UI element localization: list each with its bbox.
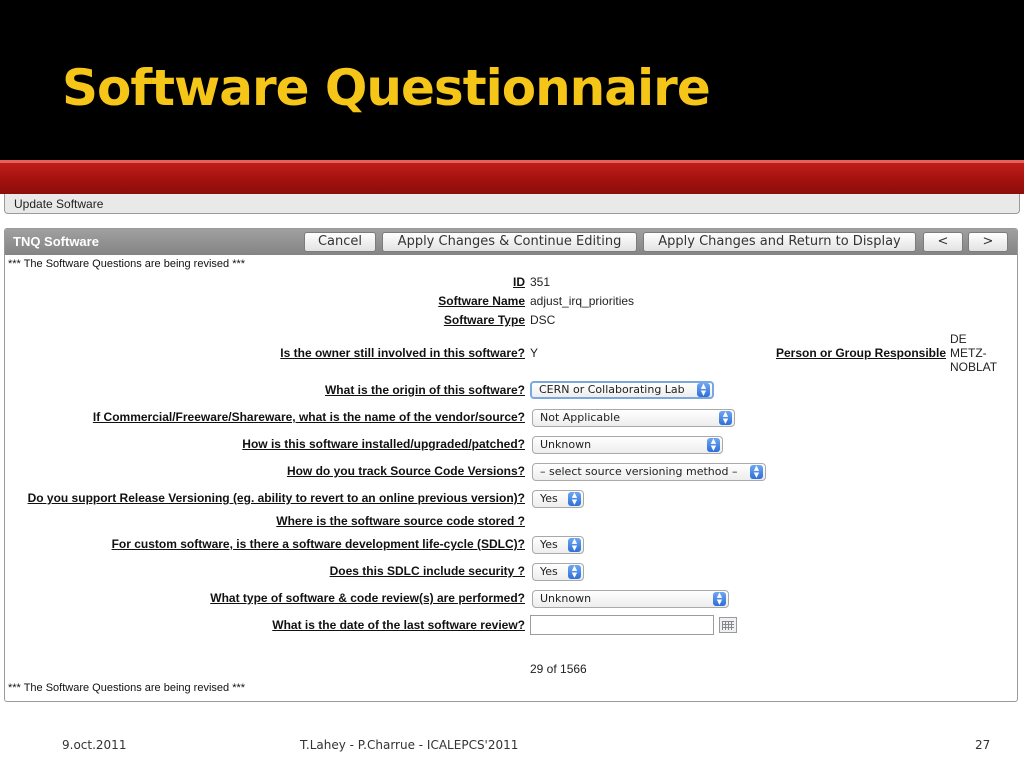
code-review-label: What type of software & code review(s) a… [210,591,525,605]
origin-select[interactable]: CERN or Collaborating Lab ▲ ▼ [530,381,714,399]
last-review-label: What is the date of the last software re… [272,618,525,632]
source-versions-label: How do you track Source Code Versions? [286,464,525,478]
sdlc-security-select[interactable]: Yes ▲ ▼ [532,563,584,581]
software-type-value: DSC [530,313,556,327]
slide-title: Software Questionnaire [62,59,711,117]
software-name-label: Software Name [438,294,525,308]
region-title: TNQ Software [13,234,99,249]
next-record-button[interactable]: > [968,232,1008,252]
installed-select[interactable]: Unknown ▲ ▼ [532,436,723,454]
slide-header: Software Questionnaire [0,0,1024,160]
source-versions-select[interactable]: – select source versioning method – ▲ ▼ [532,463,766,481]
id-value: 351 [530,275,551,289]
app-top-band [0,160,1024,194]
calendar-icon[interactable] [719,617,737,633]
vendor-label: If Commercial/Freeware/Shareware, what i… [92,410,525,424]
breadcrumb: Update Software [4,194,1020,214]
sdlc-select[interactable]: Yes ▲ ▼ [532,536,584,554]
record-counter: 29 of 1566 [530,662,587,676]
region-header: TNQ Software Cancel Apply Changes & Cont… [5,229,1017,255]
apply-return-button[interactable]: Apply Changes and Return to Display [643,232,916,252]
release-versioning-select[interactable]: Yes ▲ ▼ [532,490,584,508]
select-arrows-icon: ▲ ▼ [707,438,720,452]
sdlc-security-label: Does this SDLC include security ? [329,564,525,578]
person-responsible-label: Person or Group Responsible [775,346,946,360]
sdlc-label: For custom software, is there a software… [111,537,525,551]
last-review-date-input[interactable] [530,615,714,635]
software-type-label: Software Type [443,313,525,327]
previous-record-button[interactable]: < [923,232,963,252]
owner-involved-label: Is the owner still involved in this soft… [280,346,525,360]
origin-label: What is the origin of this software? [324,383,525,397]
select-arrows-icon: ▲ ▼ [697,383,710,397]
source-stored-label: Where is the software source code stored… [276,514,525,528]
id-label: ID [513,275,525,289]
select-arrows-icon: ▲ ▼ [750,465,763,479]
footer-date: 9.oct.2011 [62,738,127,752]
revision-notice-top: *** The Software Questions are being rev… [8,258,246,270]
release-versioning-label: Do you support Release Versioning (eg. a… [27,491,525,505]
cancel-button[interactable]: Cancel [304,232,376,252]
person-responsible-value: DE METZ- NOBLAT [950,332,998,374]
installed-label: How is this software installed/upgraded/… [242,437,525,451]
select-arrows-icon: ▲ ▼ [719,411,732,425]
vendor-select[interactable]: Not Applicable ▲ ▼ [532,409,735,427]
select-arrows-icon: ▲ ▼ [568,538,581,552]
revision-notice-bottom: *** The Software Questions are being rev… [8,682,246,694]
software-name-value: adjust_irq_priorities [530,294,635,308]
select-arrows-icon: ▲ ▼ [568,565,581,579]
footer-authors: T.Lahey - P.Charrue - ICALEPCS'2011 [300,738,519,752]
select-arrows-icon: ▲ ▼ [713,592,726,606]
select-arrows-icon: ▲ ▼ [568,492,581,506]
slide-number: 27 [975,738,991,752]
owner-involved-value: Y [530,346,539,360]
apply-continue-button[interactable]: Apply Changes & Continue Editing [382,232,637,252]
code-review-select[interactable]: Unknown ▲ ▼ [532,590,729,608]
